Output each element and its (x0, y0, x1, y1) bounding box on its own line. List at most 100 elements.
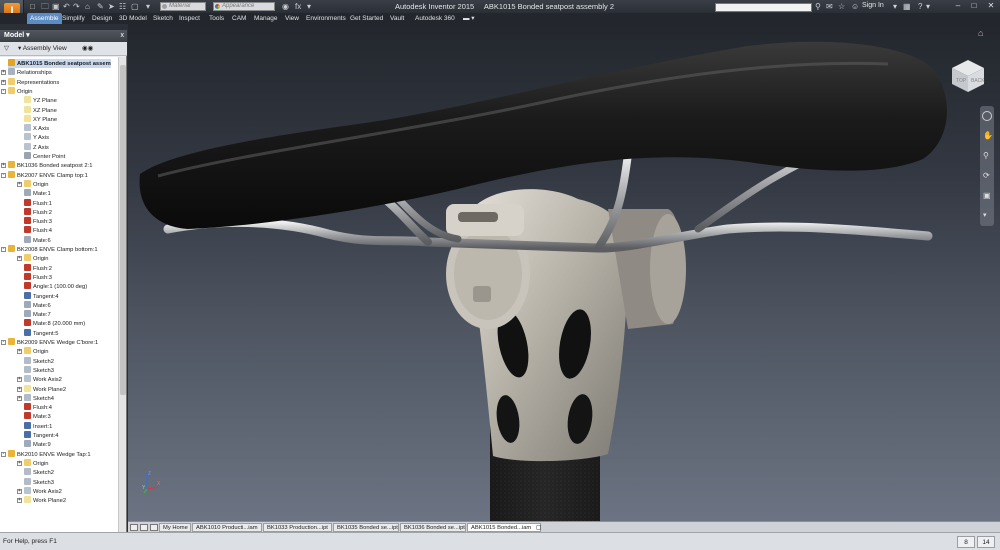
seatpost-model[interactable] (128, 24, 1000, 521)
tree-node[interactable]: Sketch2 (24, 356, 54, 366)
tab-tools[interactable]: Tools (206, 13, 227, 24)
tab-sketch[interactable]: Sketch (150, 13, 176, 24)
tree-node[interactable]: Sketch3 (24, 365, 54, 375)
expand-icon[interactable]: + (1, 79, 6, 85)
help-icon[interactable]: ? (918, 2, 922, 11)
tab-get-started[interactable]: Get Started (347, 13, 386, 24)
viewcube[interactable]: TOP BACK (946, 54, 988, 96)
doc-tab-bk1035[interactable]: BK1035 Bonded se...ipt (333, 523, 399, 532)
expand-icon[interactable]: + (17, 395, 22, 401)
tree-node[interactable]: YZ Plane (24, 96, 57, 105)
tab-view[interactable]: View (282, 13, 302, 24)
collapse-icon[interactable]: - (1, 451, 6, 457)
tree-node[interactable]: Y Axis (24, 133, 49, 142)
tree-node[interactable]: - Origin (1, 86, 32, 96)
tab-manage[interactable]: Manage (251, 13, 281, 24)
tree-node[interactable]: ABK1015 Bonded seatpost assem (8, 59, 111, 69)
tab-environments[interactable]: Environments (303, 13, 349, 24)
tree-node[interactable]: Mate:9 (24, 440, 51, 449)
tree-node[interactable]: Flush:2 (24, 263, 52, 273)
save-icon[interactable]: ▣ (52, 2, 60, 11)
close-button[interactable]: ✕ (984, 1, 998, 11)
collapse-icon[interactable]: - (1, 247, 6, 252)
help-search-input[interactable] (715, 3, 812, 12)
expand-icon[interactable]: + (1, 163, 6, 169)
cascade-windows-icon[interactable] (140, 524, 148, 531)
browser-title[interactable]: Model (4, 32, 24, 39)
tree-node[interactable]: Flush:3 (24, 217, 52, 226)
tree-node[interactable]: Mate:7 (24, 310, 51, 319)
tree-node[interactable]: + BK1036 Bonded seatpost 2:1 (1, 161, 92, 170)
tree-node[interactable]: - BK2007 ENVE Clamp top:1 (1, 170, 88, 180)
browser-scrollbar[interactable] (118, 57, 126, 532)
steering-wheel-icon[interactable] (982, 111, 992, 121)
qa-dropdown-icon[interactable]: ▾ (307, 2, 311, 11)
signin-dropdown-icon[interactable]: ▾ (893, 2, 897, 11)
view-selector[interactable]: ▾ Assembly View (18, 42, 67, 56)
collapse-icon[interactable]: - (1, 340, 6, 345)
tree-node[interactable]: Flush:2 (24, 207, 52, 217)
measure-icon[interactable]: ▢ (131, 2, 139, 11)
expand-icon[interactable]: + (17, 488, 22, 494)
tree-node[interactable]: - BK2010 ENVE Wedge Tap:1 (1, 449, 91, 459)
zoom-icon[interactable]: ⚲ (983, 151, 989, 160)
pan-icon[interactable]: ✋ (983, 131, 993, 140)
expand-icon[interactable]: + (17, 460, 22, 466)
tree-node[interactable]: Sketch2 (24, 468, 54, 477)
expand-icon[interactable]: + (17, 386, 22, 392)
tree-node[interactable]: Center Point (24, 152, 65, 161)
tree-node[interactable]: Mate:6 (24, 300, 51, 310)
tab-vault[interactable]: Vault (387, 13, 407, 24)
tab-assemble[interactable]: Assemble (27, 13, 62, 24)
tree-node[interactable]: + Origin (17, 347, 48, 356)
tree-node[interactable]: + Relationships (1, 68, 52, 77)
new-icon[interactable]: □ (30, 2, 35, 11)
material-dropdown-icon[interactable]: ▾ (146, 2, 150, 11)
doc-tab-my-home[interactable]: My Home (159, 523, 191, 532)
doc-tab-close-icon[interactable]: ▢ (536, 525, 541, 531)
fx-icon[interactable]: fx (295, 2, 301, 11)
tab-simplify[interactable]: Simplify (59, 13, 88, 24)
tab-autodesk-360[interactable]: Autodesk 360 (412, 13, 458, 24)
maximize-button[interactable]: □ (967, 1, 981, 11)
tree-node[interactable]: + Sketch4 (17, 393, 54, 403)
user-icon[interactable]: ☺ (851, 2, 859, 11)
search-icon[interactable]: ⚲ (815, 2, 821, 11)
clear-appearance-icon[interactable]: ◉ (282, 2, 289, 11)
tree-node[interactable]: Flush:3 (24, 272, 52, 282)
graphics-viewport[interactable]: TOP BACK ⌂ ✋ ⚲ ⟳ ▣ ▾ Z X Y (128, 24, 1000, 521)
collapse-icon[interactable]: - (1, 172, 6, 178)
tree-node[interactable]: + Representations (1, 77, 59, 87)
tree-node[interactable]: Mate:1 (24, 189, 51, 198)
collapse-icon[interactable]: - (1, 88, 6, 94)
update-icon[interactable]: ✎ (97, 2, 104, 11)
minimize-button[interactable]: – (951, 1, 965, 11)
home-view-icon[interactable]: ⌂ (978, 28, 983, 38)
expand-icon[interactable]: + (17, 349, 22, 355)
tree-node[interactable]: Flush:4 (24, 226, 52, 235)
expand-icon[interactable]: + (17, 256, 22, 262)
tree-node[interactable]: Angle:1 (100.00 deg) (24, 282, 87, 291)
redo-icon[interactable]: ↷ (73, 2, 80, 11)
select-icon[interactable]: ➤ (108, 2, 115, 11)
exchange-icon[interactable]: ▦ (903, 2, 911, 11)
tree-node[interactable]: + Origin (17, 179, 48, 189)
tree-node[interactable]: XZ Plane (24, 105, 57, 115)
expand-icon[interactable]: + (1, 70, 6, 76)
tree-node[interactable]: Insert:1 (24, 421, 52, 431)
browser-close-button[interactable]: x (121, 30, 125, 42)
expand-icon[interactable]: + (17, 377, 22, 383)
tree-node[interactable]: - BK2009 ENVE Wedge C'bore:1 (1, 338, 98, 347)
tree-node[interactable]: Flush:4 (24, 403, 52, 412)
tree-node[interactable]: Flush:1 (24, 198, 52, 208)
doc-tab-bk1036[interactable]: BK1036 Bonded se...ipt (400, 523, 466, 532)
tree-node[interactable]: + Origin (17, 254, 48, 263)
tree-node[interactable]: + Work Plane2 (17, 496, 66, 505)
tab-cam[interactable]: CAM (229, 13, 249, 24)
home-icon[interactable]: ⌂ (85, 2, 90, 11)
expand-icon[interactable]: + (17, 181, 22, 187)
tab-3d-model[interactable]: 3D Model (116, 13, 150, 24)
tree-node[interactable]: Tangent:5 (24, 328, 58, 338)
tree-node[interactable]: + Work Plane2 (17, 384, 66, 394)
tree-node[interactable]: + Origin (17, 458, 48, 468)
